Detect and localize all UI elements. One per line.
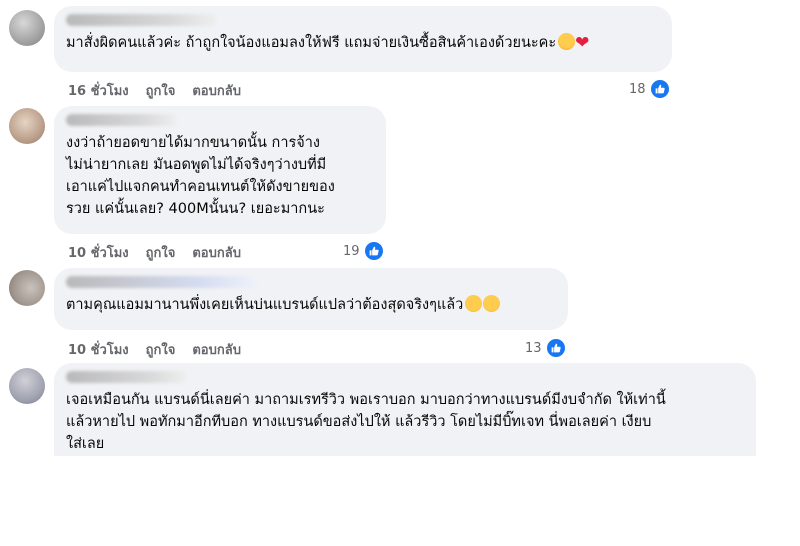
timestamp[interactable]: 10 ชั่วโมง (68, 339, 129, 360)
reaction-count[interactable]: 13 (525, 337, 567, 359)
comment-bubble: ตามคุณแอมมานานพึ่งเคยเห็นบ่นแบรนด์แปลว่า… (54, 268, 568, 330)
reply-button[interactable]: ตอบกลับ (192, 339, 241, 360)
comment-actions: 10 ชั่วโมง ถูกใจ ตอบกลับ (68, 339, 241, 360)
comment-actions: 16 ชั่วโมง ถูกใจ ตอบกลับ (68, 80, 241, 101)
grinning-sweat-emoji (483, 295, 501, 312)
timestamp[interactable]: 10 ชั่วโมง (68, 242, 129, 263)
like-icon (544, 337, 567, 359)
comment-text: งงว่าถ้ายอดขายได้มากขนาดนั้น การจ้าง ไม่… (66, 135, 335, 217)
reply-button[interactable]: ตอบกลับ (192, 242, 241, 263)
commenter-avatar[interactable] (9, 10, 45, 46)
reaction-count[interactable]: 19 (343, 240, 385, 262)
like-button[interactable]: ถูกใจ (146, 339, 176, 360)
like-button[interactable]: ถูกใจ (146, 80, 176, 101)
comment-text: เจอเหมือนกัน แบรนด์นี่เลยค่า มาถามเรทรีว… (66, 392, 666, 452)
smiling-face-with-hearts-emoji (558, 33, 576, 50)
like-button[interactable]: ถูกใจ (146, 242, 176, 263)
reaction-count[interactable]: 18 (629, 78, 671, 100)
like-icon (648, 78, 671, 100)
commenter-name[interactable] (66, 114, 176, 126)
commenter-name[interactable] (66, 14, 216, 26)
like-icon (362, 240, 385, 262)
red-heart-emoji: ❤ (575, 33, 590, 53)
commenter-name[interactable] (66, 371, 186, 383)
commenter-avatar[interactable] (9, 270, 45, 306)
comment-text: มาสั่งผิดคนแล้วค่ะ ถ้าถูกใจน้องแอมลงให้ฟ… (66, 33, 590, 53)
comment-bubble: เจอเหมือนกัน แบรนด์นี่เลยค่า มาถามเรทรีว… (54, 363, 756, 456)
comment-actions: 10 ชั่วโมง ถูกใจ ตอบกลับ (68, 242, 241, 263)
comment-text: ตามคุณแอมมานานพึ่งเคยเห็นบ่นแบรนด์แปลว่า… (66, 294, 556, 316)
reply-button[interactable]: ตอบกลับ (192, 80, 241, 101)
timestamp[interactable]: 16 ชั่วโมง (68, 80, 129, 101)
comment-bubble: มาสั่งผิดคนแล้วค่ะ ถ้าถูกใจน้องแอมลงให้ฟ… (54, 6, 672, 72)
comment-bubble: งงว่าถ้ายอดขายได้มากขนาดนั้น การจ้าง ไม่… (54, 106, 386, 234)
grinning-sweat-emoji (465, 295, 483, 312)
commenter-avatar[interactable] (9, 108, 45, 144)
commenter-avatar[interactable] (9, 368, 45, 404)
commenter-name[interactable] (66, 276, 256, 288)
